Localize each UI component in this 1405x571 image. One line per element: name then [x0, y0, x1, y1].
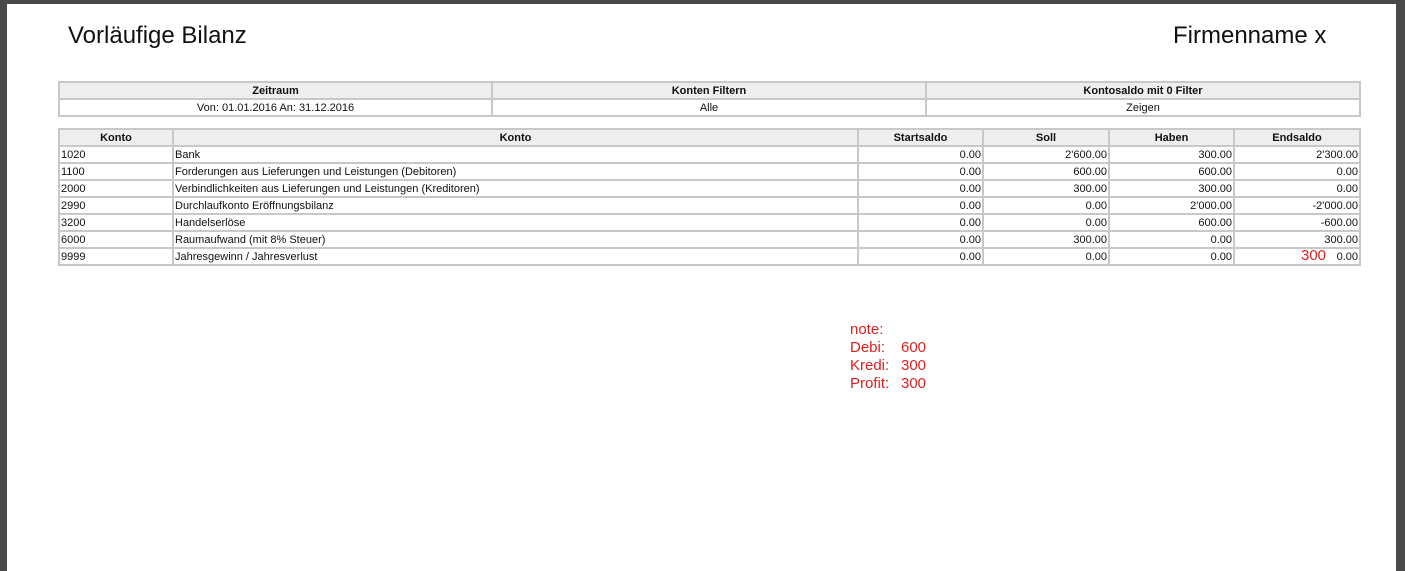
account-number: 2000: [59, 180, 173, 197]
start-balance: 0.00: [858, 231, 983, 248]
credit: 600.00: [1109, 163, 1234, 180]
note-value: 300: [901, 357, 927, 374]
account-name: Verbindlichkeiten aus Lieferungen und Le…: [173, 180, 858, 197]
start-balance: 0.00: [858, 180, 983, 197]
credit: 2'000.00: [1109, 197, 1234, 214]
account-name: Handelserlöse: [173, 214, 858, 231]
debit: 0.00: [983, 248, 1109, 265]
note-label: Kredi:: [850, 357, 890, 374]
table-row: 2000 Verbindlichkeiten aus Lieferungen u…: [59, 180, 1360, 197]
report-title: Vorläufige Bilanz: [68, 22, 247, 49]
table-row: 6000 Raumaufwand (mit 8% Steuer) 0.00 30…: [59, 231, 1360, 248]
filter-table: Zeitraum Konten Filtern Kontosaldo mit 0…: [58, 81, 1361, 117]
end-balance: 0.00: [1234, 180, 1360, 197]
debit: 0.00: [983, 214, 1109, 231]
debit: 600.00: [983, 163, 1109, 180]
account-number: 6000: [59, 231, 173, 248]
col-header-credit: Haben: [1109, 129, 1234, 146]
note-value: 600: [901, 339, 927, 356]
account-name: Durchlaufkonto Eröffnungsbilanz: [173, 197, 858, 214]
handwritten-mark: 300: [1301, 247, 1327, 264]
note-line-profit: Profit: 300: [850, 375, 926, 393]
credit: 600.00: [1109, 214, 1234, 231]
company-name: Firmenname x: [1173, 22, 1327, 49]
note-value: 300: [901, 375, 927, 392]
table-row: 1100 Forderungen aus Lieferungen und Lei…: [59, 163, 1360, 180]
col-header-debit: Soll: [983, 129, 1109, 146]
debit: 300.00: [983, 180, 1109, 197]
credit: 0.00: [1109, 231, 1234, 248]
filter-value-accounts: Alle: [492, 99, 926, 116]
table-row: 9999 Jahresgewinn / Jahresverlust 0.00 0…: [59, 247, 1360, 265]
col-header-account-number: Konto: [59, 129, 173, 146]
filter-header-zero-balance: Kontosaldo mit 0 Filter: [926, 82, 1360, 99]
account-name: Raumaufwand (mit 8% Steuer): [173, 231, 858, 248]
note-line-kredi: Kredi: 300: [850, 357, 926, 375]
accounts-table: Konto Konto Startsaldo Soll Haben Endsal…: [58, 128, 1361, 266]
end-balance: -2'000.00: [1234, 197, 1360, 214]
filter-header-period: Zeitraum: [59, 82, 492, 99]
note-label: Profit:: [850, 375, 890, 392]
start-balance: 0.00: [858, 248, 983, 265]
col-header-account-name: Konto: [173, 129, 858, 146]
account-number: 3200: [59, 214, 173, 231]
credit: 0.00: [1109, 248, 1234, 265]
note-label: Debi:: [850, 339, 886, 356]
credit: 300.00: [1109, 146, 1234, 163]
table-row: 2990 Durchlaufkonto Eröffnungsbilanz 0.0…: [59, 197, 1360, 214]
account-number: 1020: [59, 146, 173, 163]
credit: 300.00: [1109, 180, 1234, 197]
start-balance: 0.00: [858, 197, 983, 214]
filter-header-accounts: Konten Filtern: [492, 82, 926, 99]
debit: 2'600.00: [983, 146, 1109, 163]
end-balance: 2'300.00: [1234, 146, 1360, 163]
report-page: Vorläufige Bilanz Firmenname x Zeitraum …: [7, 4, 1396, 571]
debit: 0.00: [983, 197, 1109, 214]
account-name: Forderungen aus Lieferungen und Leistung…: [173, 163, 858, 180]
end-balance: 300.00: [1234, 231, 1360, 248]
debit: 300.00: [983, 231, 1109, 248]
end-balance-value: 0.00: [1336, 250, 1358, 263]
end-balance: -600.00: [1234, 214, 1360, 231]
start-balance: 0.00: [858, 163, 983, 180]
end-balance: 0.00: [1234, 163, 1360, 180]
table-row: 1020 Bank 0.00 2'600.00 300.00 2'300.00: [59, 146, 1360, 163]
account-name: Bank: [173, 146, 858, 163]
start-balance: 0.00: [858, 146, 983, 163]
account-number: 9999: [59, 248, 173, 265]
annotation-note: note: Debi: 600 Kredi: 300 Profit: 300: [850, 321, 926, 393]
end-balance: 300 0.00: [1234, 247, 1360, 265]
table-row: 3200 Handelserlöse 0.00 0.00 600.00 -600…: [59, 214, 1360, 231]
col-header-end-balance: Endsaldo: [1234, 129, 1360, 146]
start-balance: 0.00: [858, 214, 983, 231]
note-title: note:: [850, 321, 884, 338]
account-number: 1100: [59, 163, 173, 180]
account-number: 2990: [59, 197, 173, 214]
account-name: Jahresgewinn / Jahresverlust: [173, 248, 858, 265]
col-header-start-balance: Startsaldo: [858, 129, 983, 146]
filter-value-zero-balance: Zeigen: [926, 99, 1360, 116]
filter-value-period: Von: 01.01.2016 An: 31.12.2016: [59, 99, 492, 116]
note-line-debi: Debi: 600: [850, 339, 926, 357]
